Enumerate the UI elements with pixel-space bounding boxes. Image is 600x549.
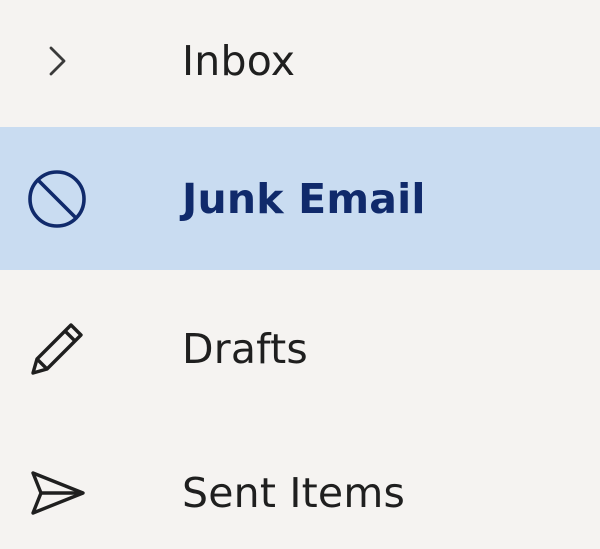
chevron-right-icon[interactable] xyxy=(22,26,92,96)
folder-label-junk-email: Junk Email xyxy=(182,174,426,223)
folder-label-sent-items: Sent Items xyxy=(182,469,406,517)
send-icon xyxy=(22,458,92,528)
folder-item-inbox[interactable]: Inbox xyxy=(0,0,600,132)
folder-item-drafts[interactable]: Drafts xyxy=(0,278,600,420)
folder-label-inbox: Inbox xyxy=(182,37,296,85)
folder-item-junk-email[interactable]: Junk Email xyxy=(0,127,600,270)
folder-label-drafts: Drafts xyxy=(182,325,308,373)
folder-list: Inbox Junk Email Drafts Sent Items xyxy=(0,0,600,549)
folder-item-sent-items[interactable]: Sent Items xyxy=(0,422,600,549)
block-icon xyxy=(22,164,92,234)
pencil-icon xyxy=(22,314,92,384)
